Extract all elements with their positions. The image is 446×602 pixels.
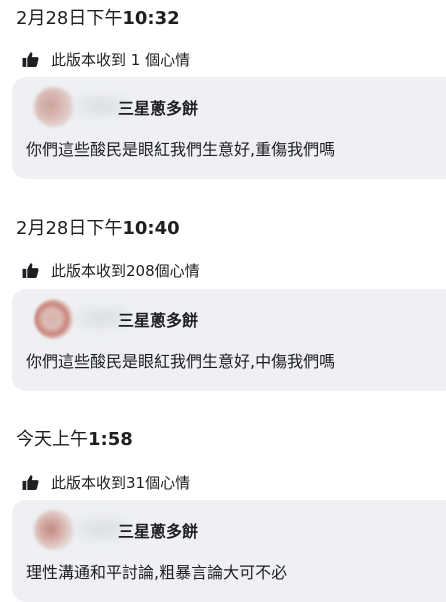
comment-author[interactable]: 三星蔥多餅 xyxy=(118,518,198,542)
comment-author[interactable]: 三星蔥多餅 xyxy=(118,307,198,331)
reactions-summary[interactable]: 此版本收到208個心情 xyxy=(22,260,200,280)
reactions-label: 此版本收到 1 個心情 xyxy=(51,50,191,69)
thumbs-up-icon xyxy=(22,51,39,67)
avatar[interactable] xyxy=(34,299,74,339)
comment-author[interactable]: 三星蔥多餅 xyxy=(118,95,198,119)
comment-bubble: 三星蔥多餅 理性溝通和平討論,粗暴言論大可不必 xyxy=(12,500,446,602)
comment-bubble: 三星蔥多餅 你們這些酸民是眼紅我們生意好,重傷我們嗎 xyxy=(12,77,446,179)
timestamp-time: 1:58 xyxy=(88,429,133,450)
timestamp-time: 10:40 xyxy=(122,218,180,239)
reactions-label: 此版本收到31個心情 xyxy=(51,473,191,492)
thumbs-up-icon xyxy=(22,474,39,490)
edit-timestamp: 今天上午1:58 xyxy=(16,428,133,452)
comment-bubble: 三星蔥多餅 你們這些酸民是眼紅我們生意好,中傷我們嗎 xyxy=(12,289,446,391)
thumbs-up-icon xyxy=(22,262,39,278)
reactions-label: 此版本收到208個心情 xyxy=(51,261,200,280)
timestamp-date: 2月28日下午 xyxy=(16,218,123,239)
avatar[interactable] xyxy=(34,510,74,550)
timestamp-date: 今天上午 xyxy=(16,429,88,450)
timestamp-date: 2月28日下午 xyxy=(16,8,123,29)
timestamp-time: 10:32 xyxy=(122,8,180,29)
comment-text: 你們這些酸民是眼紅我們生意好,重傷我們嗎 xyxy=(26,140,336,159)
reactions-summary[interactable]: 此版本收到31個心情 xyxy=(22,472,190,492)
edit-timestamp: 2月28日下午10:32 xyxy=(16,7,180,31)
reactions-summary[interactable]: 此版本收到 1 個心情 xyxy=(22,49,190,69)
avatar[interactable] xyxy=(34,87,74,127)
comment-text: 你們這些酸民是眼紅我們生意好,中傷我們嗎 xyxy=(26,352,336,371)
edit-timestamp: 2月28日下午10:40 xyxy=(16,217,180,241)
comment-text: 理性溝通和平討論,粗暴言論大可不必 xyxy=(26,563,288,582)
